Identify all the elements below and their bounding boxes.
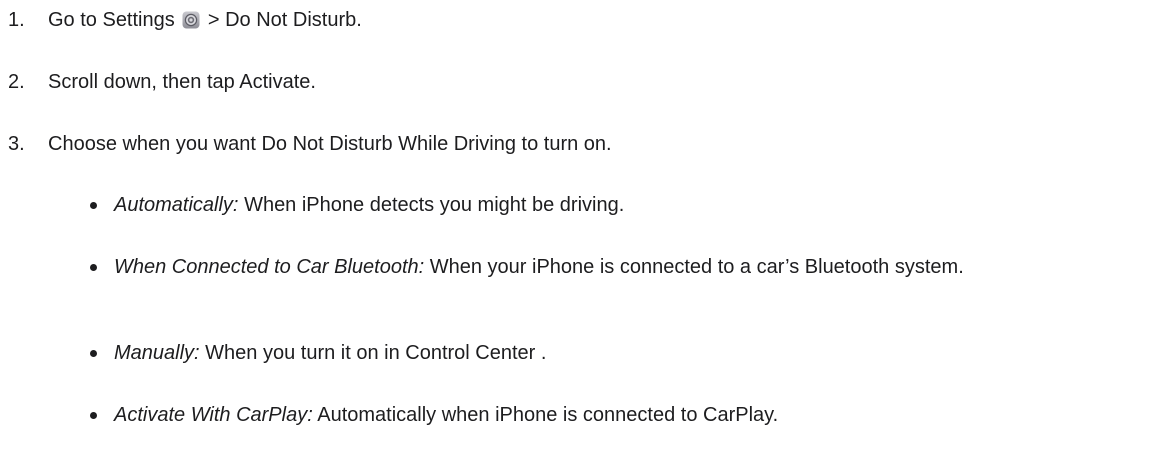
step-1: 1. Go to Settings > Do Not Disturb. — [8, 6, 362, 34]
step-text: Go to Settings — [48, 9, 175, 31]
list-item: Manually: When you turn it on in Control… — [90, 339, 1150, 367]
settings-gear-icon — [182, 9, 200, 29]
step-number: 2. — [8, 71, 25, 93]
bullet-icon — [90, 264, 97, 271]
option-term: Activate With CarPlay: — [114, 404, 313, 426]
step-number: 1. — [8, 9, 25, 31]
bullet-icon — [90, 412, 97, 419]
option-term: Manually: — [114, 342, 200, 364]
option-description: When iPhone detects you might be driving… — [244, 194, 625, 216]
bullet-icon — [90, 202, 97, 209]
option-description: Automatically when iPhone is connected t… — [317, 404, 779, 426]
step-2: 2. Scroll down, then tap Activate. — [8, 68, 316, 96]
list-item: Automatically: When iPhone detects you m… — [90, 191, 1150, 219]
list-item: Activate With CarPlay: Automatically whe… — [90, 401, 1150, 429]
option-description: When your iPhone is connected to a car’s… — [429, 256, 964, 278]
option-term: When Connected to Car Bluetooth: — [114, 256, 425, 278]
bullet-icon — [90, 350, 97, 357]
step-text: Choose when you want Do Not Disturb Whil… — [48, 133, 612, 155]
option-description: When you turn it on in Control Center . — [205, 342, 547, 364]
step-3: 3. Choose when you want Do Not Disturb Wh… — [8, 130, 612, 158]
step-text-continued: > Do Not Disturb. — [207, 9, 362, 31]
option-term: Automatically: — [114, 194, 239, 216]
step-text: Scroll down, then tap Activate. — [48, 71, 316, 93]
step-number: 3. — [8, 133, 25, 155]
list-item: When Connected to Car Bluetooth: When yo… — [90, 253, 1150, 281]
